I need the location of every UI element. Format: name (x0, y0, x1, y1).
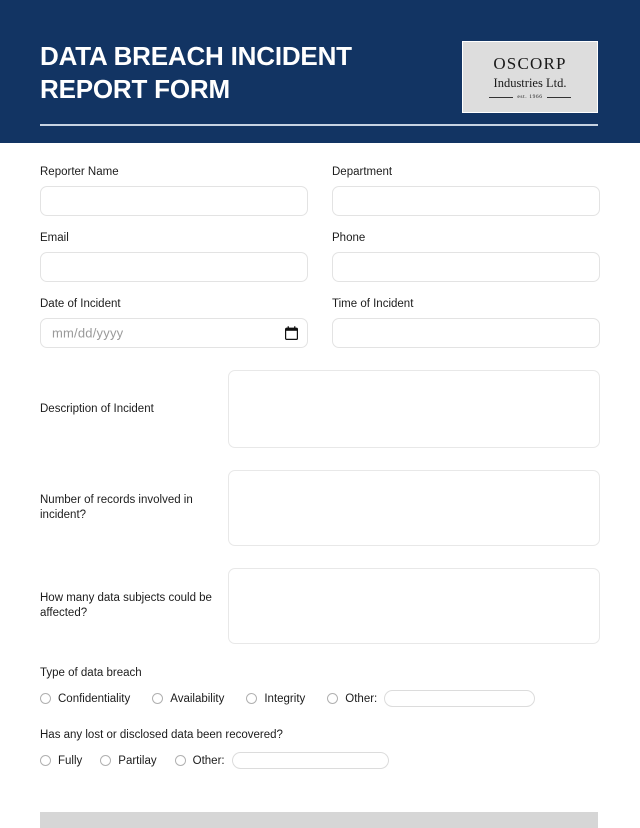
radio-label-availability: Availability (170, 692, 225, 705)
radio-icon-confidentiality[interactable] (40, 693, 51, 704)
label-time-of-incident: Time of Incident (332, 298, 414, 310)
radio-icon-breach-other[interactable] (327, 693, 339, 704)
department-input[interactable] (332, 186, 600, 216)
page-title: DATA BREACH INCIDENT REPORT FORM (40, 41, 352, 104)
logo-company-subtitle: Industries Ltd. (493, 76, 567, 90)
field-group-department: Department (332, 165, 600, 216)
phone-input[interactable] (332, 252, 600, 282)
radio-label-integrity: Integrity (264, 692, 306, 705)
row-name-department: Reporter Name Department (40, 143, 600, 216)
label-reporter-name: Reporter Name (40, 166, 119, 178)
radio-option-integrity[interactable]: Integrity (246, 692, 305, 706)
radio-option-breach-other[interactable]: Other: (327, 690, 536, 707)
field-group-date-of-incident: Date of Incident mm/dd/yyyy (40, 297, 308, 348)
radio-label-recovery-other: Other: (192, 754, 225, 767)
section-type-of-data-breach: Type of data breach Confidentiality Avai… (40, 666, 600, 707)
radio-option-recovery-other[interactable]: Other: (174, 752, 389, 769)
form-body: Reporter Name Department Email Phone Dat… (0, 143, 640, 769)
row-date-time: Date of Incident mm/dd/yyyy Time of Inci… (40, 282, 600, 348)
data-subjects-affected-textarea[interactable] (228, 568, 600, 644)
date-of-incident-wrapper: mm/dd/yyyy (40, 318, 308, 348)
label-phone: Phone (332, 232, 366, 244)
radio-row-breach-type: Confidentiality Availability Integrity O… (40, 690, 600, 707)
time-of-incident-input[interactable] (332, 318, 600, 348)
date-of-incident-input[interactable] (40, 318, 308, 348)
radio-icon-fully[interactable] (40, 755, 51, 766)
logo-rule-right-icon (546, 96, 571, 98)
description-of-incident-textarea[interactable] (228, 370, 600, 448)
label-type-of-data-breach: Type of data breach (40, 667, 142, 679)
logo-company-name: OSCORP (493, 54, 567, 73)
radio-icon-integrity[interactable] (246, 693, 258, 704)
radio-icon-availability[interactable] (152, 693, 164, 704)
radio-option-partially[interactable]: Partilay (100, 754, 157, 768)
section-data-recovered: Has any lost or disclosed data been reco… (40, 728, 600, 769)
radio-row-recovery: Fully Partilay Other: (40, 752, 600, 769)
field-group-email: Email (40, 231, 308, 282)
field-group-phone: Phone (332, 231, 600, 282)
logo-established: est. 1966 (489, 94, 571, 100)
header-divider (40, 124, 598, 126)
row-email-phone: Email Phone (40, 216, 600, 282)
number-of-records-textarea[interactable] (228, 470, 600, 546)
footer-bar (40, 812, 598, 828)
label-number-of-records: Number of records involved in incident? (40, 494, 193, 521)
radio-option-availability[interactable]: Availability (152, 692, 224, 706)
radio-option-fully[interactable]: Fully (40, 754, 82, 768)
radio-icon-recovery-other[interactable] (174, 755, 186, 766)
logo-rule-left-icon (489, 96, 514, 98)
reporter-name-input[interactable] (40, 186, 308, 216)
company-logo: OSCORP Industries Ltd. est. 1966 (462, 41, 598, 113)
recovery-other-input[interactable] (231, 752, 389, 769)
block-data-subjects-affected: How many data subjects could be affected… (40, 568, 600, 644)
radio-label-confidentiality: Confidentiality (58, 692, 131, 705)
field-group-reporter-name: Reporter Name (40, 165, 308, 216)
block-number-of-records: Number of records involved in incident? (40, 470, 600, 546)
block-description-of-incident: Description of Incident (40, 370, 600, 448)
label-department: Department (332, 166, 393, 178)
radio-label-fully: Fully (58, 754, 83, 767)
logo-established-text: est. 1966 (517, 94, 543, 100)
page-header: DATA BREACH INCIDENT REPORT FORM OSCORP … (0, 0, 640, 143)
radio-label-partially: Partilay (118, 754, 157, 767)
label-email: Email (40, 232, 69, 244)
label-description-of-incident: Description of Incident (40, 402, 154, 415)
form-page: DATA BREACH INCIDENT REPORT FORM OSCORP … (0, 0, 640, 828)
breach-other-input[interactable] (384, 690, 536, 707)
label-data-subjects-affected: How many data subjects could be affected… (40, 592, 212, 619)
email-input[interactable] (40, 252, 308, 282)
header-inner: DATA BREACH INCIDENT REPORT FORM OSCORP … (0, 0, 640, 143)
radio-icon-partially[interactable] (100, 755, 112, 766)
label-data-recovered: Has any lost or disclosed data been reco… (40, 729, 283, 741)
field-group-time-of-incident: Time of Incident (332, 297, 600, 348)
radio-label-breach-other: Other: (345, 692, 378, 705)
radio-option-confidentiality[interactable]: Confidentiality (40, 692, 130, 706)
label-date-of-incident: Date of Incident (40, 298, 121, 310)
